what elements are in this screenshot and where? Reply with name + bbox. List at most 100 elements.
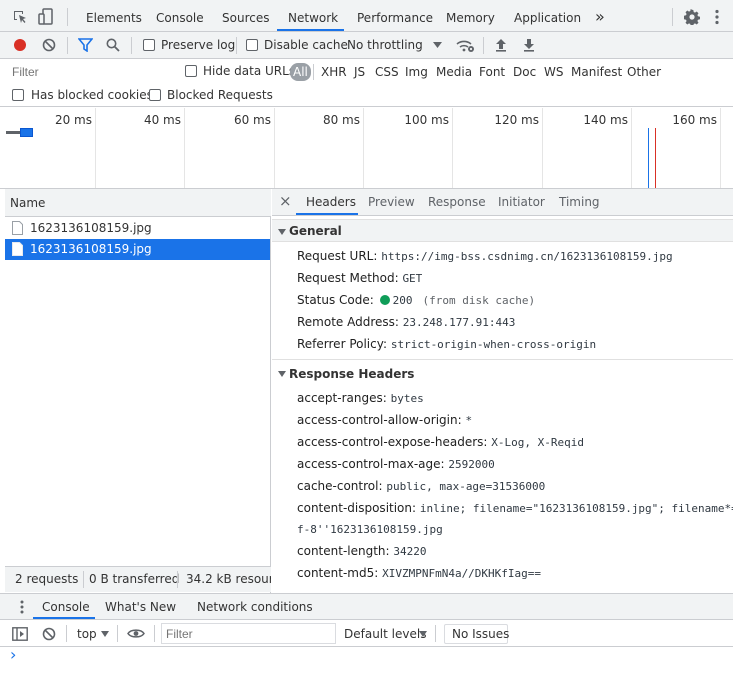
header-key: access-control-max-age: <box>297 457 445 471</box>
header-key: accept-ranges: <box>297 391 387 405</box>
type-filter-media[interactable]: Media <box>436 65 472 79</box>
clear-console-icon[interactable] <box>42 627 56 641</box>
overview-tick-label: 20 ms <box>54 113 92 127</box>
header-value: 23.248.177.91:443 <box>402 316 516 329</box>
general-section-header[interactable]: General <box>272 219 733 242</box>
console-filter-input[interactable] <box>161 623 336 644</box>
expand-triangle-icon <box>278 371 286 377</box>
type-filter-xhr[interactable]: XHR <box>321 65 347 79</box>
header-key: Request URL: <box>297 249 378 263</box>
console-prompt-icon[interactable]: › <box>10 645 16 664</box>
type-filter-manifest[interactable]: Manifest <box>571 65 622 79</box>
drawer-tab-network-conditions[interactable]: Network conditions <box>197 600 313 614</box>
type-filter-font[interactable]: Font <box>479 65 505 79</box>
console-area[interactable] <box>0 647 733 689</box>
more-tabs-icon[interactable]: » <box>595 0 605 31</box>
type-filter-img[interactable]: Img <box>405 65 428 79</box>
clear-icon[interactable] <box>42 38 56 52</box>
type-filter-js[interactable]: JS <box>354 65 365 79</box>
header-row: access-control-allow-origin: * <box>297 413 472 427</box>
tab-elements[interactable]: Elements <box>86 0 142 31</box>
overview-grid-line <box>631 108 632 188</box>
disable-cache-checkbox[interactable] <box>246 39 258 51</box>
overview-grid-line <box>720 108 721 188</box>
log-levels-select[interactable]: Default levels <box>344 627 426 641</box>
overview-tick-label: 160 ms <box>672 113 717 127</box>
tab-headers[interactable]: Headers <box>306 195 356 209</box>
header-row: content-md5: XIVZMPNFmN4a//DKHKfIag== <box>297 566 541 580</box>
tab-preview[interactable]: Preview <box>368 195 415 209</box>
table-row[interactable]: 1623136108159.jpg <box>5 218 270 239</box>
tab-initiator[interactable]: Initiator <box>498 195 545 209</box>
header-key: content-length: <box>297 544 390 558</box>
inspect-element-icon[interactable] <box>12 9 28 25</box>
overview-tick-label: 60 ms <box>233 113 271 127</box>
has-blocked-cookies-checkbox[interactable] <box>12 89 24 101</box>
requests-count: 2 requests <box>15 572 79 586</box>
export-har-icon[interactable] <box>523 38 535 52</box>
file-icon <box>12 242 23 256</box>
type-filter-all[interactable]: All <box>290 63 311 81</box>
tab-memory[interactable]: Memory <box>446 0 495 31</box>
import-har-icon[interactable] <box>495 38 507 52</box>
hide-data-urls-checkbox[interactable] <box>185 65 197 77</box>
live-expression-eye-icon[interactable] <box>127 628 145 639</box>
throttling-select[interactable]: No throttling <box>347 38 423 52</box>
name-column-header[interactable]: Name <box>10 196 45 210</box>
tab-performance[interactable]: Performance <box>357 0 433 31</box>
header-key: Remote Address: <box>297 315 399 329</box>
settings-gear-icon[interactable] <box>684 9 700 25</box>
overview-grid-line <box>274 108 275 188</box>
header-key: Request Method: <box>297 271 399 285</box>
toolbar-divider <box>117 625 118 642</box>
overview-grid-line <box>95 108 96 188</box>
record-stop-icon[interactable] <box>13 38 27 52</box>
header-value: inline; filename="1623136108159.jpg"; fi… <box>419 502 733 515</box>
filter-funnel-icon[interactable] <box>78 38 93 52</box>
issues-button[interactable]: No Issues <box>444 624 509 644</box>
tab-sources[interactable]: Sources <box>222 0 269 31</box>
overview-tick-label: 80 ms <box>322 113 360 127</box>
network-toolbar: Preserve log Disable cache No throttling <box>0 32 733 59</box>
tab-divider <box>672 8 673 26</box>
toolbar-divider <box>236 37 237 54</box>
request-name: 1623136108159.jpg <box>30 221 152 235</box>
blocked-requests-checkbox[interactable] <box>149 89 161 101</box>
active-detail-tab-indicator <box>296 213 358 215</box>
type-filter-other[interactable]: Other <box>627 65 661 79</box>
drawer-menu-icon[interactable] <box>20 600 24 614</box>
header-row: accept-ranges: bytes <box>297 391 424 405</box>
request-list-header[interactable]: Name <box>5 189 271 217</box>
tab-divider <box>67 8 68 26</box>
show-sidebar-icon[interactable] <box>12 627 28 641</box>
drawer-tab-console[interactable]: Console <box>42 600 90 614</box>
preserve-log-checkbox[interactable] <box>143 39 155 51</box>
tab-response[interactable]: Response <box>428 195 486 209</box>
header-value: X-Log, X-Reqid <box>491 436 585 449</box>
overview-tick-label: 120 ms <box>494 113 539 127</box>
tab-application[interactable]: Application <box>514 0 581 31</box>
tab-network[interactable]: Network <box>288 0 338 31</box>
drawer-tab-whats-new[interactable]: What's New <box>105 600 176 614</box>
type-filter-ws[interactable]: WS <box>544 65 563 79</box>
context-select[interactable]: top <box>77 627 97 641</box>
toolbar-divider <box>67 37 68 54</box>
more-options-icon[interactable] <box>714 9 720 25</box>
header-note: (from disk cache) <box>422 294 536 307</box>
response-headers-section-header[interactable]: Response Headers <box>272 359 733 385</box>
search-icon[interactable] <box>106 38 120 52</box>
summary-divider <box>177 571 178 588</box>
type-filter-doc[interactable]: Doc <box>513 65 536 79</box>
filter-input[interactable] <box>6 62 173 82</box>
device-toolbar-icon[interactable] <box>38 8 54 26</box>
header-row: Status Code: 200 (from disk cache) <box>297 293 535 307</box>
tab-console[interactable]: Console <box>156 0 204 31</box>
close-details-icon[interactable]: × <box>279 192 292 210</box>
dropdown-arrow-icon <box>101 631 109 637</box>
table-row-selected[interactable]: 1623136108159.jpg <box>5 239 270 260</box>
type-filter-css[interactable]: CSS <box>375 65 399 79</box>
tab-timing[interactable]: Timing <box>559 195 600 209</box>
overview-grid-line <box>363 108 364 188</box>
network-conditions-icon[interactable] <box>455 37 475 53</box>
toolbar-divider <box>483 37 484 54</box>
